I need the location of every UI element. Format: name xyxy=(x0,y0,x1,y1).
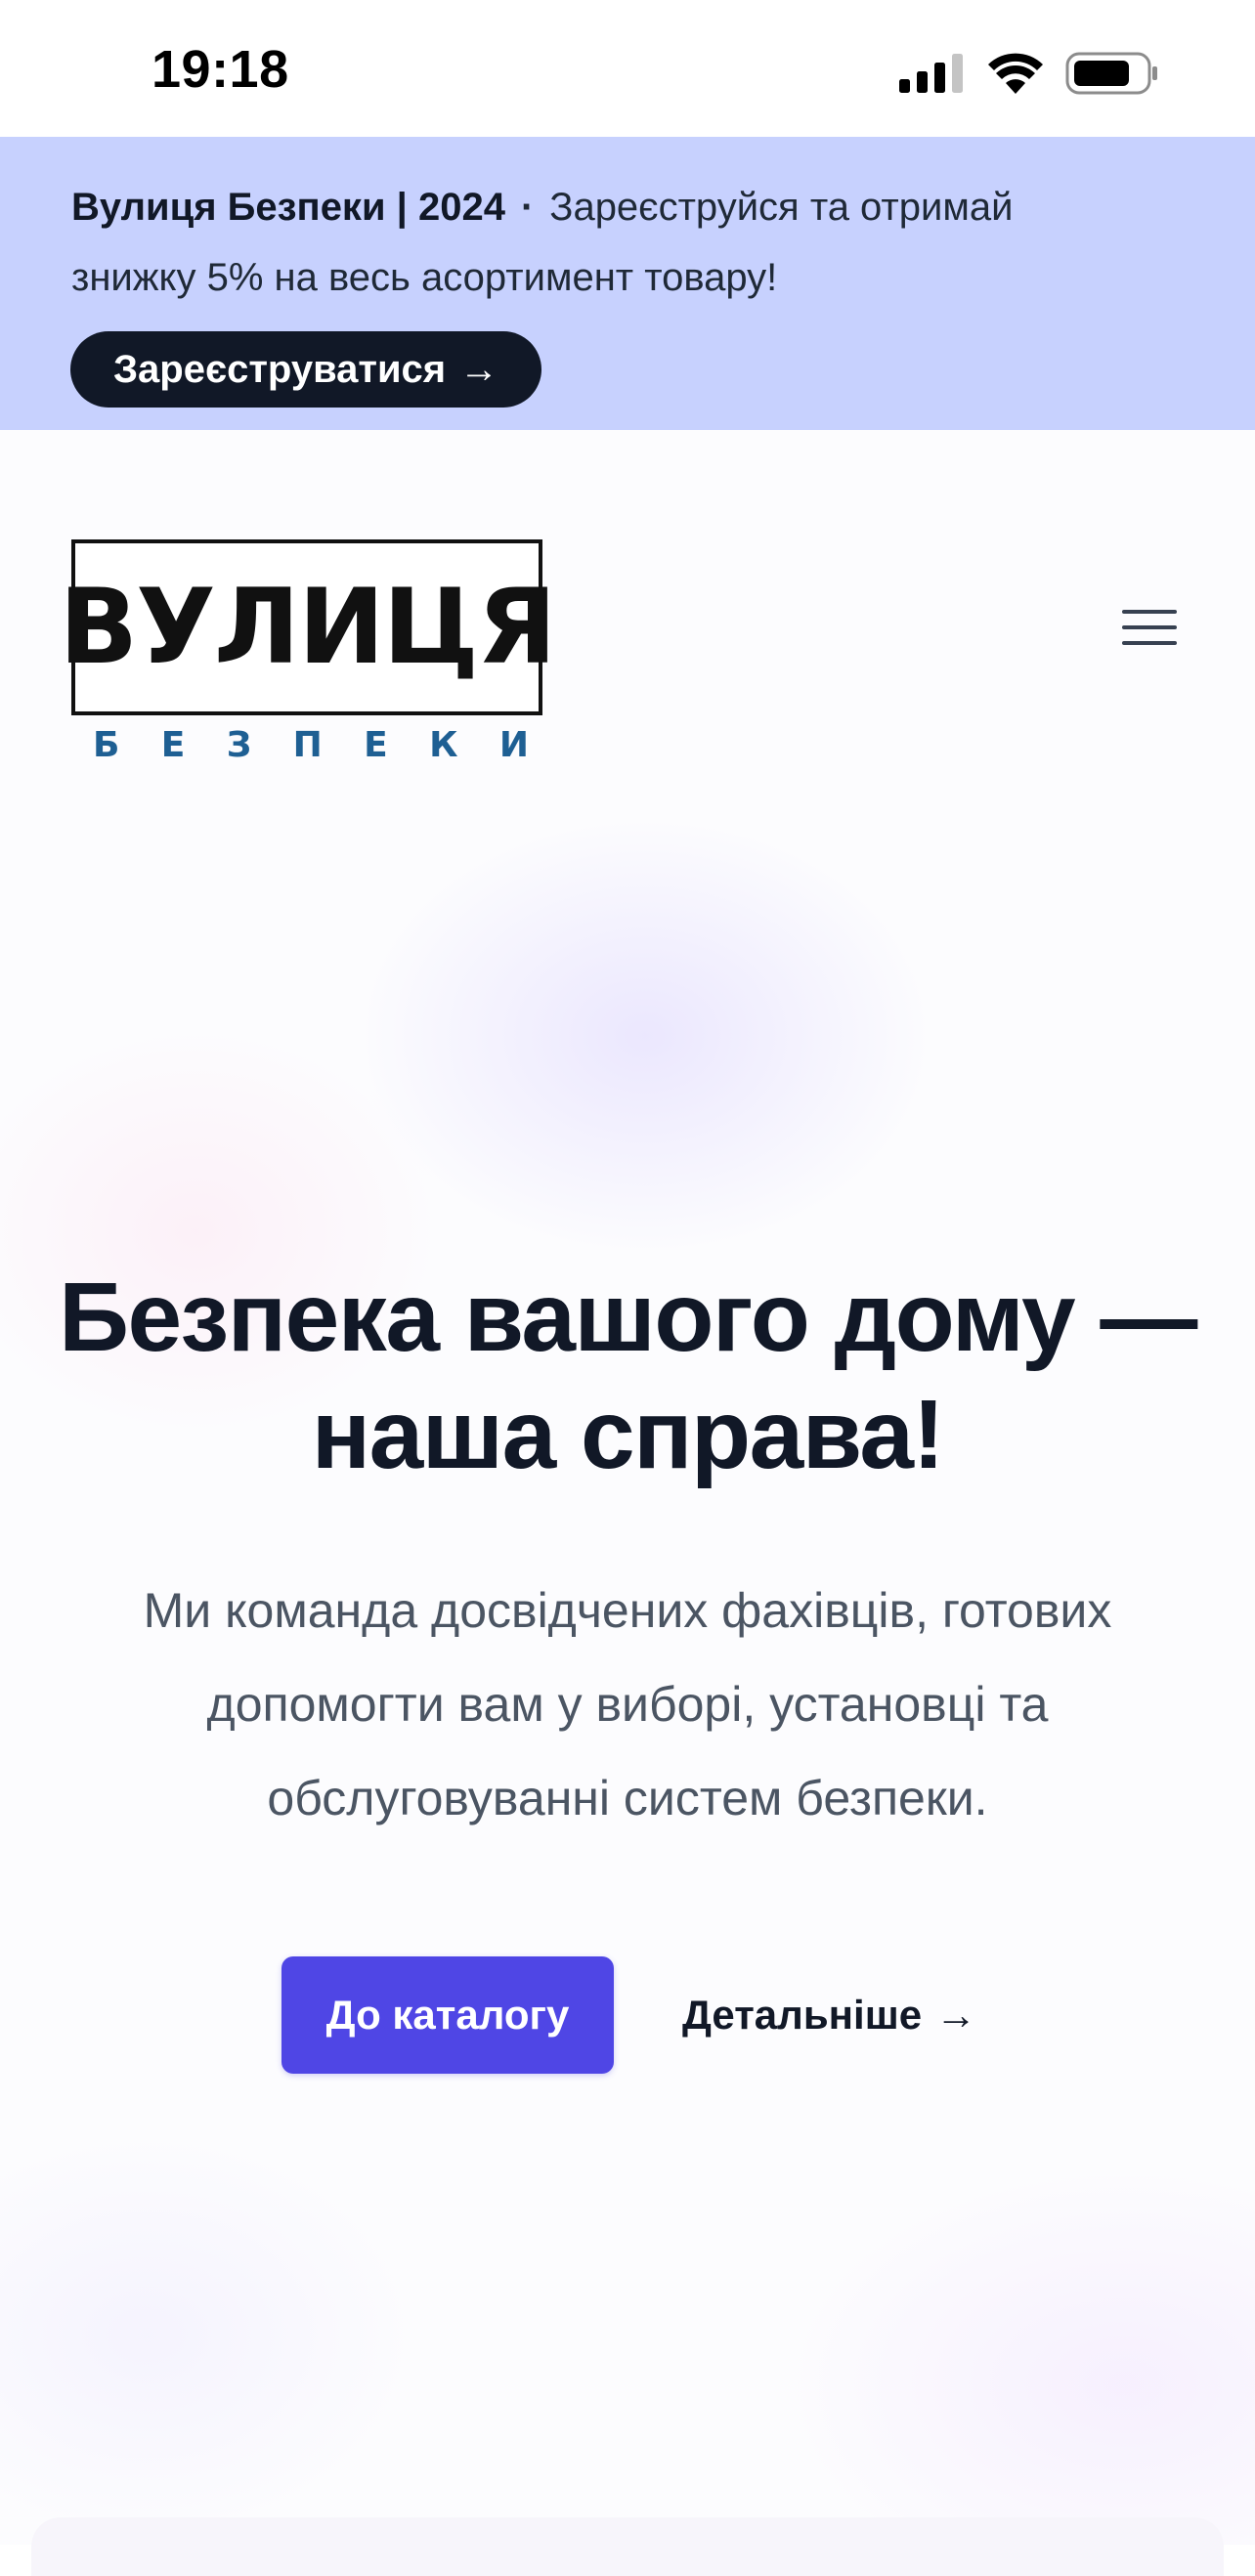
banner-text: Вулиця Безпеки | 2024 · Зареєструйся та от… xyxy=(71,172,1195,313)
details-link[interactable]: Детальніше → xyxy=(682,1956,976,2074)
logo-sub-letter: К xyxy=(429,725,458,765)
logo-sub-letter: Е xyxy=(160,725,186,765)
logo-subtitle: Б Е З П Е К И xyxy=(71,725,542,765)
status-icons xyxy=(899,49,1159,98)
logo-box: ВУЛИЦЯ xyxy=(59,539,557,715)
arrow-right-icon: → xyxy=(459,347,499,391)
details-link-label: Детальніше xyxy=(682,1992,923,2038)
register-button-label: Зареєструватися xyxy=(113,347,447,391)
banner-message-line2: знижку 5% на весь асортимент товару! xyxy=(71,256,778,299)
site-logo[interactable]: ВУЛИЦЯ Б Е З П Е К И xyxy=(59,539,557,765)
cellular-signal-icon xyxy=(899,54,966,93)
banner-separator: · xyxy=(520,186,535,229)
next-section-card xyxy=(31,2517,1224,2576)
hamburger-menu-icon[interactable] xyxy=(1114,598,1185,657)
logo-sub-letter: З xyxy=(226,725,252,765)
logo-sub-letter: П xyxy=(292,725,323,765)
logo-sub-letter: И xyxy=(498,725,529,765)
cta-row: До каталогу Детальніше → xyxy=(0,1956,1255,2074)
catalog-button[interactable]: До каталогу xyxy=(281,1956,614,2074)
logo-sub-letter: Е xyxy=(364,725,388,765)
hero-section: ВУЛИЦЯ Б Е З П Е К И Безпека вашого дому… xyxy=(0,430,1255,2576)
announcement-banner: Вулиця Безпеки | 2024 · Зареєструйся та от… xyxy=(0,137,1255,430)
hero-title-line1: Безпека вашого дому — xyxy=(59,1263,1197,1372)
status-time: 19:18 xyxy=(151,40,289,99)
banner-message-line1: Зареєструйся та отримай xyxy=(549,186,1014,229)
arrow-right-icon: → xyxy=(935,1992,977,2038)
status-bar: 19:18 xyxy=(0,0,1255,137)
hero-description: Ми команда досвідчених фахівців, готових… xyxy=(143,1583,1112,1825)
hero-title-line2: наша справа! xyxy=(311,1380,945,1489)
banner-brand: Вулиця Безпеки | 2024 xyxy=(71,186,505,229)
logo-sub-letter: Б xyxy=(93,725,120,765)
register-button[interactable]: Зареєструватися → xyxy=(70,331,542,408)
battery-icon xyxy=(1065,52,1159,95)
menu-bar xyxy=(1122,610,1177,614)
hero-title: Безпека вашого дому — наша справа! xyxy=(20,1259,1235,1493)
menu-bar xyxy=(1122,625,1177,629)
wifi-icon xyxy=(987,53,1044,94)
menu-bar xyxy=(1122,641,1177,645)
logo-word: ВУЛИЦЯ xyxy=(59,567,556,687)
